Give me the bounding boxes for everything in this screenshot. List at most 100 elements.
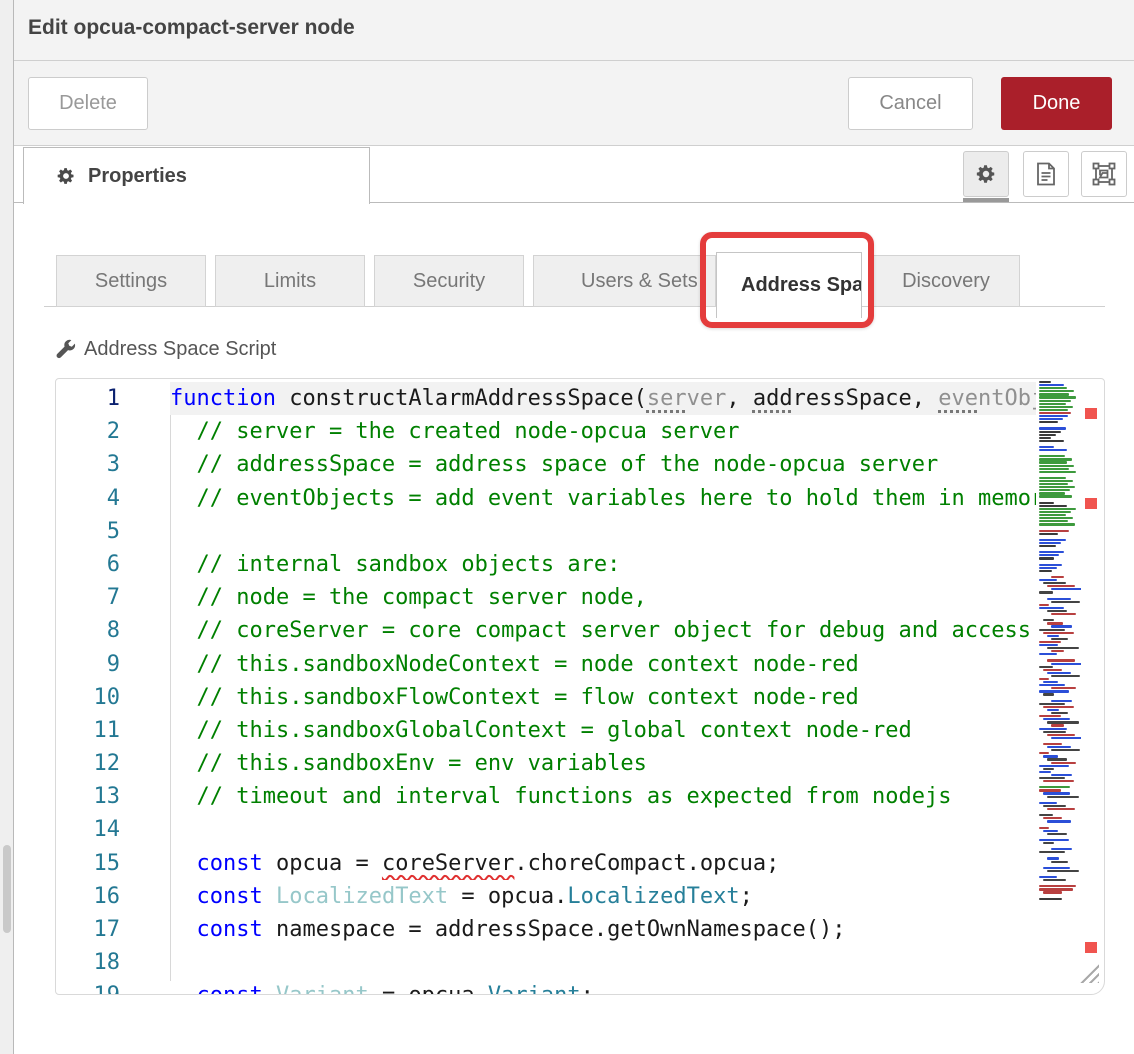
code-line[interactable]: 2 // server = the created node-opcua ser… — [57, 415, 1036, 448]
node-description-button[interactable] — [1023, 151, 1069, 197]
line-number: 9 — [57, 648, 170, 681]
code-token: // server = the created node-opcua serve… — [170, 419, 740, 444]
gear-icon — [975, 163, 997, 185]
line-number: 5 — [57, 515, 170, 548]
code-token: = opcua. — [369, 983, 488, 995]
code-token — [263, 983, 276, 995]
section-title: Address Space Script — [84, 338, 276, 361]
code-token — [170, 884, 197, 909]
code-line[interactable]: 8 // coreServer = core compact server ob… — [57, 614, 1036, 647]
minimap-error-marker[interactable] — [1085, 408, 1097, 419]
code-token: , — [726, 386, 753, 411]
node-appearance-button[interactable] — [1081, 151, 1127, 197]
line-number: 15 — [57, 847, 170, 880]
tab-settings[interactable]: Settings — [56, 255, 206, 307]
code-line[interactable]: 11 // this.sandboxGlobalContext = global… — [57, 714, 1036, 747]
code-line[interactable]: 6 // internal sandbox objects are: — [57, 548, 1036, 581]
line-number: 10 — [57, 681, 170, 714]
code-text: const Variant = opcua.Variant; — [170, 979, 1036, 995]
dialog-button-bar: Delete Cancel Done — [14, 61, 1134, 146]
code-line[interactable]: 19 const Variant = opcua.Variant; — [57, 979, 1036, 995]
code-line[interactable]: 5 — [57, 515, 1036, 548]
code-text: // this.sandboxNodeContext = node contex… — [170, 648, 1036, 681]
code-line[interactable]: 4 // eventObjects = add event variables … — [57, 482, 1036, 515]
line-number: 7 — [57, 581, 170, 614]
code-line[interactable]: 17 const namespace = addressSpace.getOwn… — [57, 913, 1036, 946]
line-number: 13 — [57, 780, 170, 813]
code-text: // eventObjects = add event variables he… — [170, 482, 1036, 515]
code-token: // internal sandbox objects are: — [170, 552, 620, 577]
code-line[interactable]: 7 // node = the compact server node, — [57, 581, 1036, 614]
code-line[interactable]: 18 — [57, 946, 1036, 979]
code-token: const — [197, 851, 263, 876]
line-number: 19 — [57, 979, 170, 995]
line-number: 3 — [57, 448, 170, 481]
tab-users-sets[interactable]: Users & Sets — [533, 255, 716, 307]
code-token: ver — [687, 386, 727, 411]
line-number: 6 — [57, 548, 170, 581]
code-token: // node = the compact server node, — [170, 585, 647, 610]
code-text: // this.sandboxGlobalContext = global co… — [170, 714, 1036, 747]
done-button[interactable]: Done — [1001, 77, 1112, 130]
node-properties-button[interactable] — [963, 151, 1009, 197]
indent-guide — [170, 415, 171, 981]
code-line[interactable]: 14 — [57, 813, 1036, 846]
line-number: 17 — [57, 913, 170, 946]
code-line[interactable]: 15 const opcua = coreServer.choreCompact… — [57, 847, 1036, 880]
code-lines[interactable]: 1function constructAlarmAddressSpace(ser… — [57, 382, 1036, 995]
code-line[interactable]: 9 // this.sandboxNodeContext = node cont… — [57, 648, 1036, 681]
code-text: const LocalizedText = opcua.LocalizedTex… — [170, 880, 1036, 913]
code-token: // addressSpace = address space of the n… — [170, 452, 938, 477]
code-token: const — [197, 917, 263, 942]
code-token: constructAlarmAddressSpace( — [276, 386, 647, 411]
line-number: 2 — [57, 415, 170, 448]
wrench-icon — [55, 339, 76, 360]
code-token: ntObjects) { — [978, 386, 1036, 411]
code-text: // this.sandboxEnv = env variables — [170, 747, 1036, 780]
code-text — [170, 946, 1036, 979]
tab-discovery[interactable]: Discovery — [872, 255, 1020, 307]
code-token: .choreCompact.opcua; — [514, 851, 779, 876]
code-text: // node = the compact server node, — [170, 581, 1036, 614]
code-text: const opcua = coreServer.choreCompact.op… — [170, 847, 1036, 880]
tab-properties[interactable]: Properties — [23, 147, 370, 204]
code-text: // timeout and interval functions as exp… — [170, 780, 1036, 813]
minimap-error-marker[interactable] — [1085, 498, 1097, 509]
minimap-line — [1039, 898, 1081, 901]
code-token: const — [197, 983, 263, 995]
tab-security[interactable]: Security — [374, 255, 524, 307]
code-text — [170, 813, 1036, 846]
edit-node-dialog: Edit opcua-compact-server node Delete Ca… — [0, 0, 1134, 1054]
code-editor[interactable]: 1function constructAlarmAddressSpace(ser… — [55, 378, 1105, 995]
code-text: // addressSpace = address space of the n… — [170, 448, 1036, 481]
code-text: // this.sandboxFlowContext = flow contex… — [170, 681, 1036, 714]
code-token: ser — [647, 386, 687, 411]
line-number: 11 — [57, 714, 170, 747]
tab-properties-label: Properties — [88, 165, 187, 188]
document-icon — [1035, 162, 1057, 186]
code-text: function constructAlarmAddressSpace(serv… — [170, 382, 1036, 415]
delete-button[interactable]: Delete — [28, 77, 148, 130]
frame-selection-icon — [1092, 162, 1116, 186]
code-line[interactable]: 13 // timeout and interval functions as … — [57, 780, 1036, 813]
code-token: opcua = — [263, 851, 382, 876]
code-line[interactable]: 3 // addressSpace = address space of the… — [57, 448, 1036, 481]
code-token: coreServer — [382, 851, 514, 876]
code-text: const namespace = addressSpace.getOwnNam… — [170, 913, 1036, 946]
vertical-scrollbar-thumb[interactable] — [3, 845, 11, 933]
code-line[interactable]: 10 // this.sandboxFlowContext = flow con… — [57, 681, 1036, 714]
code-line[interactable]: 1function constructAlarmAddressSpace(ser… — [57, 382, 1036, 415]
address-space-script-label: Address Space Script — [55, 338, 276, 361]
code-token: // timeout and interval functions as exp… — [170, 784, 951, 809]
tab-limits[interactable]: Limits — [215, 255, 365, 307]
editor-minimap[interactable] — [1039, 381, 1081, 993]
dialog-title: Edit opcua-compact-server node — [28, 16, 355, 40]
minimap-error-marker[interactable] — [1085, 942, 1097, 953]
tab-address-space[interactable]: Address Space — [716, 252, 862, 318]
editor-overview-ruler[interactable] — [1084, 379, 1104, 994]
code-line[interactable]: 16 const LocalizedText = opcua.Localized… — [57, 880, 1036, 913]
code-line[interactable]: 12 // this.sandboxEnv = env variables — [57, 747, 1036, 780]
code-token: ; — [740, 884, 753, 909]
code-token: ressSpace, — [793, 386, 939, 411]
cancel-button[interactable]: Cancel — [848, 77, 973, 130]
